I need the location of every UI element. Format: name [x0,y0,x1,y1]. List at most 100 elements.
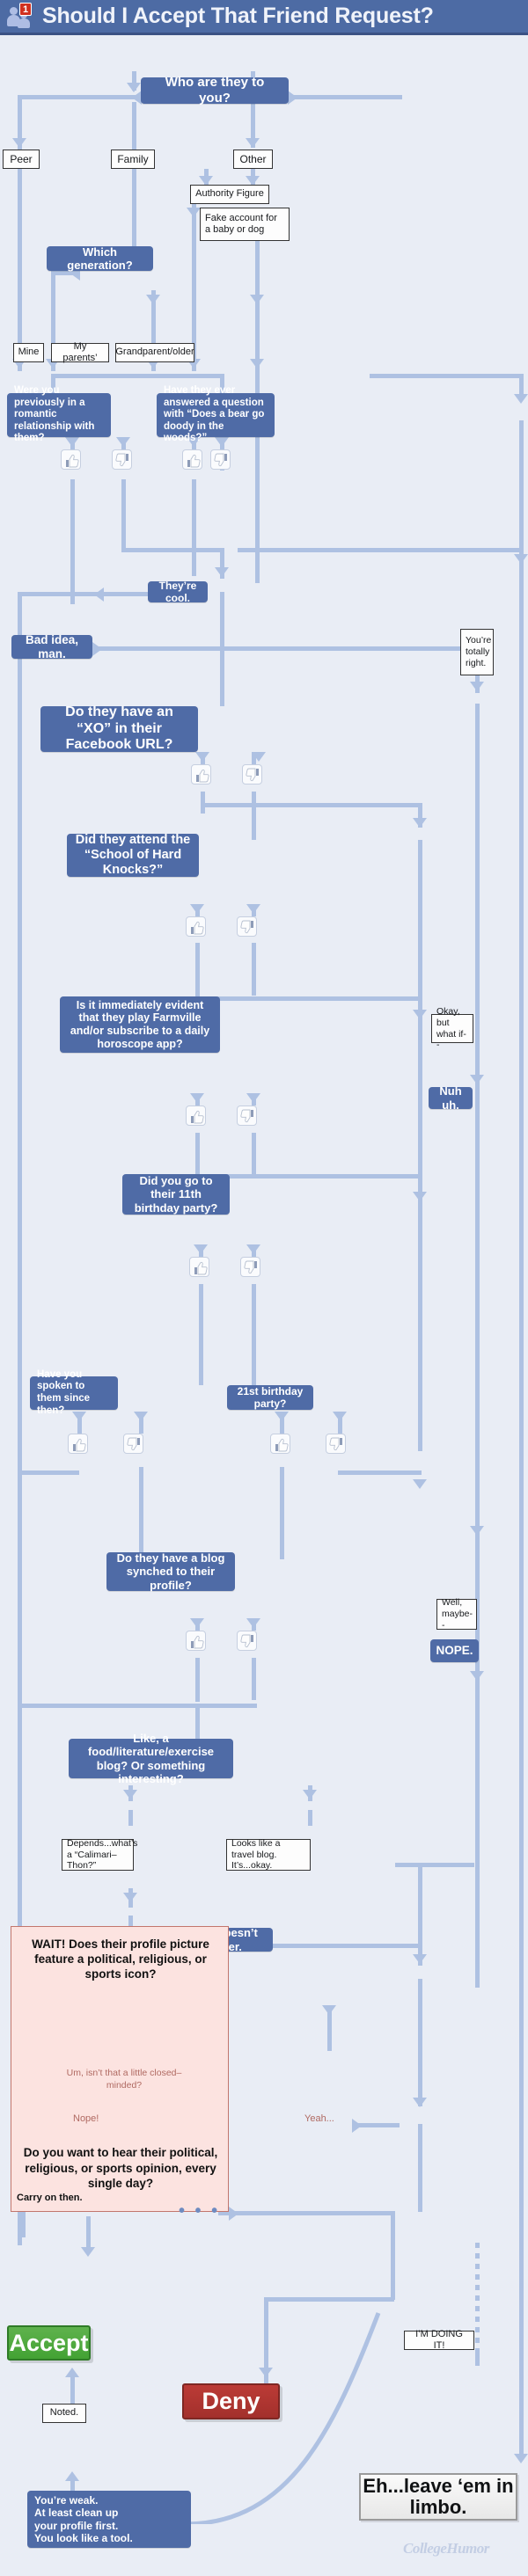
thumbs-up-icon[interactable] [186,1106,206,1126]
thumbs-down-icon[interactable] [240,1257,260,1277]
connector [86,2216,91,2251]
node-fake-account[interactable]: Fake account for a baby or dog [200,208,290,241]
arrow-down [127,83,141,92]
arrow-down [246,1093,260,1103]
arrow-right [288,91,297,105]
arrow-down [246,1618,260,1628]
wait-panel-question: WAIT! Does their profile picture feature… [32,1937,209,1981]
node-which-generation[interactable]: Which generation? [47,245,153,272]
connector [264,2297,394,2302]
thumbs-up-icon[interactable] [270,1434,290,1454]
node-food-blog-question[interactable]: Like, a food/literature/exercise blog? O… [69,1732,233,1785]
arrow-down [514,2454,528,2463]
thumbs-down-icon[interactable] [237,1106,257,1126]
node-calimari[interactable]: Depends...what’s a “Calimari–Thon?” [62,1838,137,1871]
node-11th-birthday-question[interactable]: Did you go to their 11th birthday party? [122,1174,230,1215]
connector [252,792,256,840]
node-blog-synched-question[interactable]: Do they have a blog synched to their pro… [106,1551,235,1592]
thumbs-down-icon[interactable] [112,449,132,470]
thumbs-up-icon[interactable] [191,764,211,784]
node-bad-idea[interactable]: Bad idea, man. [11,633,92,660]
node-xo-url-question[interactable]: Do they have an “XO” in their Facebook U… [40,704,198,752]
thumbs-up-icon[interactable] [186,1631,206,1651]
connector [77,1416,82,1434]
connector [252,943,256,996]
node-romantic-question[interactable]: Were you previously in a romantic relati… [7,385,111,443]
thumbs-up-icon[interactable] [186,916,206,937]
arrow-down [470,1671,484,1681]
wait-panel: WAIT! Does their profile picture feature… [11,1926,334,2212]
thumbs-down-icon[interactable] [237,1631,257,1651]
node-youre-totally-right[interactable]: You’re totally right. [460,629,494,675]
connector [121,479,126,550]
connector [475,2264,480,2269]
node-peer[interactable]: Peer [3,150,40,169]
arrow-right [92,642,102,656]
node-other[interactable]: Other [233,150,273,169]
node-21st-birthday-question[interactable]: 21st birthday party? [227,1385,313,1410]
node-bear-doody-question[interactable]: Have they ever answered a question with … [157,385,275,443]
node-gen-grandparent[interactable]: Grandparent/older [115,343,194,362]
node-nuh-uh[interactable]: Nuh uh. [429,1084,473,1112]
connector [475,2306,480,2311]
connector [475,2338,480,2343]
connector [18,1704,257,1708]
node-gen-mine[interactable]: Mine [13,343,44,362]
arrow-down [514,394,528,404]
node-hard-knocks-question[interactable]: Did they attend the “School of Hard Knoc… [67,833,199,877]
arrow-down [303,1790,317,1799]
node-travel-blog[interactable]: Looks like a travel blog. It’s...okay. [226,1838,311,1871]
node-root-question[interactable]: Who are they to you? [141,75,289,106]
connector [338,1416,342,1434]
ellipsis-marker: • • • [179,2201,221,2221]
thumbs-up-icon[interactable] [61,449,81,470]
connector [70,479,75,604]
thumbs-up-icon[interactable] [189,1257,209,1277]
node-nope[interactable]: NOPE. [430,1639,479,1662]
node-authority-figure[interactable]: Authority Figure [190,185,269,204]
thumbs-down-icon[interactable] [242,764,262,784]
connector [475,2348,480,2366]
arrow-down [190,1618,204,1628]
node-farmville-question[interactable]: Is it immediately evident that they play… [60,996,220,1053]
wait-panel-opinion-question: Do you want to hear their political, rel… [23,2146,218,2191]
node-family[interactable]: Family [111,150,155,169]
notification-badge: 1 [19,2,32,16]
arrow-down [413,1010,427,1019]
node-okay-but-what-if[interactable]: Okay, but what if-- [431,1006,473,1050]
connector [195,943,200,1000]
arrow-right [352,2119,362,2133]
node-gen-parents[interactable]: My parents’ [51,341,109,363]
node-well-maybe[interactable]: Well, maybe-- [436,1597,477,1631]
thumbs-down-icon[interactable] [326,1434,346,1454]
accept-button[interactable]: Accept [7,2325,91,2361]
node-im-doing-it[interactable]: I’M DOING IT! [404,2329,474,2351]
connector [418,840,422,1451]
deny-button[interactable]: Deny [182,2383,280,2419]
wait-panel-carry-on-label: Carry on then. [17,2193,83,2203]
limbo-button[interactable]: Eh...leave ‘em in limbo. [359,2473,517,2521]
arrow-down [413,1192,427,1201]
connector [475,1520,480,1537]
arrow-down [195,752,209,762]
node-noted[interactable]: Noted. [42,2404,86,2423]
node-spoken-since-question[interactable]: Have you spoken to them since then? [30,1369,118,1416]
thumbs-down-icon[interactable] [123,1434,143,1454]
thumbs-down-icon[interactable] [210,449,231,470]
connector [395,1863,474,1867]
arrow-down [123,1893,137,1902]
connector [280,1467,284,1559]
thumbs-up-icon[interactable] [182,449,202,470]
arrow-down [190,1093,204,1103]
connector [51,271,55,343]
thumbs-up-icon[interactable] [68,1434,88,1454]
arrow-down [215,567,229,577]
thumbs-down-icon[interactable] [237,916,257,937]
node-theyre-cool[interactable]: They’re cool. [148,580,208,604]
arrow-down [194,1244,208,1254]
wait-panel-yeah-label: Yeah... [304,2113,334,2124]
node-youre-weak[interactable]: You’re weak. At least clean up your prof… [27,2491,191,2548]
wait-panel-closed-minded-label: Um, isn’t that a little closed–minded? [66,2068,182,2091]
collegehumor-logo: CollegeHumor [403,2540,489,2557]
connector [338,1470,422,1475]
